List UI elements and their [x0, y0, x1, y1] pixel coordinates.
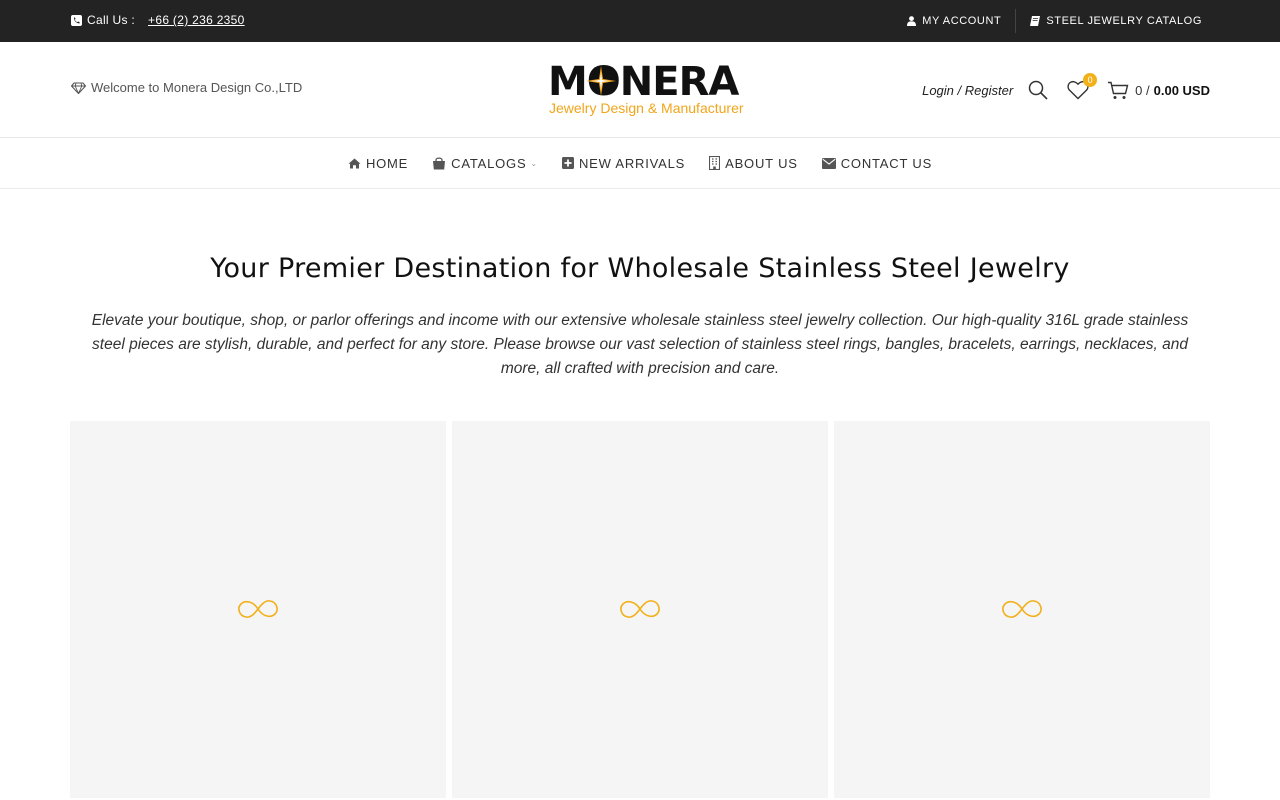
phone-icon: [71, 14, 82, 26]
loading-spinner-icon: [620, 600, 660, 618]
search-icon: [1028, 80, 1048, 100]
top-links: MY ACCOUNT STEEL JEWELRY CATALOG: [899, 0, 1210, 42]
loading-spinner-icon: [238, 600, 278, 618]
divider: [1015, 9, 1017, 33]
logo-star-icon: [586, 66, 616, 96]
search-button[interactable]: [1027, 79, 1049, 101]
top-bar: Call Us : +66 (2) 236 2350 MY ACCOUNT ST…: [0, 0, 1280, 42]
nav-item-catalogs[interactable]: CATALOGS ⌄: [432, 156, 538, 171]
category-grid: [70, 421, 1210, 798]
nav-label-new-arrivals: NEW ARRIVALS: [578, 155, 686, 171]
home-icon: [348, 158, 361, 168]
category-card[interactable]: [70, 421, 446, 798]
cart-button[interactable]: 0 / 0.00 USD: [1107, 81, 1210, 100]
nav-label-catalogs: CATALOGS: [451, 155, 527, 171]
nav-item-new-arrivals[interactable]: NEW ARRIVALS: [561, 155, 686, 171]
welcome-text: Welcome to Monera Design Co.,LTD: [91, 80, 303, 95]
site-header: Welcome to Monera Design Co.,LTD MONERA …: [0, 42, 1280, 138]
nav-item-about-us[interactable]: ABOUT US: [709, 156, 798, 171]
main-navigation: HOME CATALOGS ⌄ NEW ARRIVALS ABOUT US CO…: [0, 138, 1280, 189]
logo-tagline: Jewelry Design & Manufacturer: [549, 100, 744, 116]
building-icon: [709, 156, 721, 170]
my-account-label: MY ACCOUNT: [922, 15, 1002, 27]
page-title: Your Premier Destination for Wholesale S…: [210, 253, 1070, 284]
nav-label-home: HOME: [365, 155, 409, 171]
shopping-bag-icon: [433, 156, 446, 169]
cart-count: 0 /: [1135, 82, 1150, 98]
wishlist-count-badge: 0: [1083, 73, 1098, 87]
nav-item-home[interactable]: HOME: [348, 156, 408, 171]
cart-total: 0.00 USD: [1153, 82, 1210, 98]
book-icon: [1030, 16, 1041, 26]
cart-icon: [1108, 81, 1129, 99]
logo-brand: MONERA: [548, 59, 739, 105]
site-logo[interactable]: MONERA Jewelry Design & Manufacturer: [548, 62, 744, 120]
chevron-down-icon: ⌄: [530, 158, 538, 168]
category-card[interactable]: [834, 421, 1210, 798]
diamond-icon: [71, 81, 86, 94]
plus-square-icon: [561, 157, 574, 169]
loading-spinner-icon: [1002, 600, 1042, 618]
call-us-label: Call Us :: [87, 13, 136, 27]
category-card[interactable]: [452, 421, 828, 798]
user-icon: [907, 16, 917, 26]
nav-label-about-us: ABOUT US: [725, 155, 798, 171]
phone-link[interactable]: +66 (2) 236 2350: [148, 13, 245, 27]
wishlist-button[interactable]: 0: [1067, 73, 1098, 101]
my-account-link[interactable]: MY ACCOUNT: [899, 15, 1009, 27]
steel-catalog-link[interactable]: STEEL JEWELRY CATALOG: [1022, 15, 1210, 27]
intro-paragraph: Elevate your boutique, shop, or parlor o…: [91, 312, 1189, 377]
nav-label-contact-us: CONTACT US: [840, 155, 933, 171]
envelope-icon: [821, 157, 836, 169]
header-actions: Login / Register 0 0 / 0.00 USD: [922, 73, 1210, 102]
call-us: Call Us : +66 (2) 236 2350: [71, 13, 245, 27]
welcome-message: Welcome to Monera Design Co.,LTD: [71, 80, 302, 95]
login-register-link[interactable]: Login / Register: [922, 83, 1013, 98]
steel-catalog-label: STEEL JEWELRY CATALOG: [1046, 15, 1202, 27]
nav-item-contact-us[interactable]: CONTACT US: [821, 155, 933, 171]
